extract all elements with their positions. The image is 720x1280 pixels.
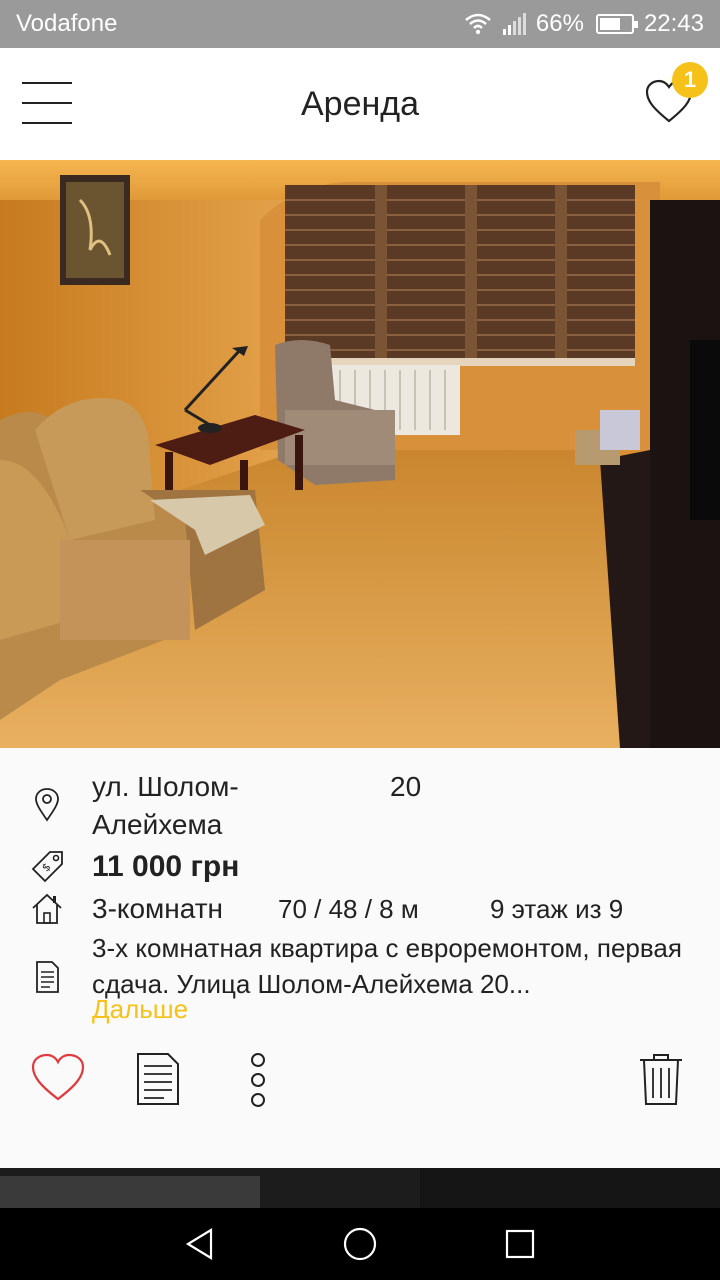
status-bar: Vodafone 66% 22:43 [0,0,720,48]
area: 70 / 48 / 8 м [278,894,419,924]
heart-icon [31,1053,85,1101]
back-button[interactable] [170,1214,230,1274]
listing-photo[interactable] [0,160,720,748]
floor: 9 этаж из 9 [490,894,624,924]
price-tag-icon: $ [31,851,63,883]
page-title: Аренда [300,84,420,123]
more-link[interactable]: Дальше [92,994,188,1025]
system-nav-bar [0,1208,720,1280]
rooms-count: 3-комнатн [92,893,223,924]
status-indicators: 66% 22:43 [464,10,704,38]
battery-icon [595,14,638,34]
add-to-favorites-button[interactable] [30,1052,86,1107]
address-street-line1: ул. Шолом- [92,771,239,802]
room-photo-image [0,160,720,748]
location-pin-icon [35,788,59,822]
menu-button[interactable] [22,82,74,128]
app-bar: Аренда 1 [0,48,720,160]
svg-text:$: $ [39,860,53,874]
battery-fill [599,18,620,30]
address-house-number: 20 [390,771,422,802]
more-options-button[interactable] [246,1052,270,1113]
favorites-button[interactable]: 1 [644,62,708,128]
notes-button[interactable] [136,1052,180,1111]
back-icon [185,1228,213,1260]
next-listing-photo[interactable] [0,1168,720,1208]
recents-icon [505,1229,535,1259]
favorites-badge: 1 [672,62,708,98]
menu-icon [22,82,74,124]
document-icon [36,961,59,993]
carrier-name: Vodafone [16,10,118,37]
trash-icon [640,1054,682,1105]
wifi-icon [465,13,491,35]
signal-icon [502,13,526,35]
address-street-line2: Алейхема [92,809,223,840]
clock: 22:43 [643,10,704,37]
delete-button[interactable] [638,1052,684,1111]
recents-button[interactable] [490,1214,550,1274]
next-photo-image [0,1168,720,1208]
home-button[interactable] [330,1214,390,1274]
listing-card: ул. Шолом- Алейхема 20 $ 11 000 грн 3-ко… [0,748,720,1168]
more-vertical-icon [251,1053,265,1107]
description-text: 3-х комнатная квартира с евроремонтом, п… [92,933,682,999]
document-icon [137,1053,179,1105]
price: 11 000 грн [92,850,240,883]
card-actions [0,1048,720,1118]
battery-percent: 66% [535,10,584,37]
home-icon [343,1227,377,1261]
house-icon [32,893,62,924]
